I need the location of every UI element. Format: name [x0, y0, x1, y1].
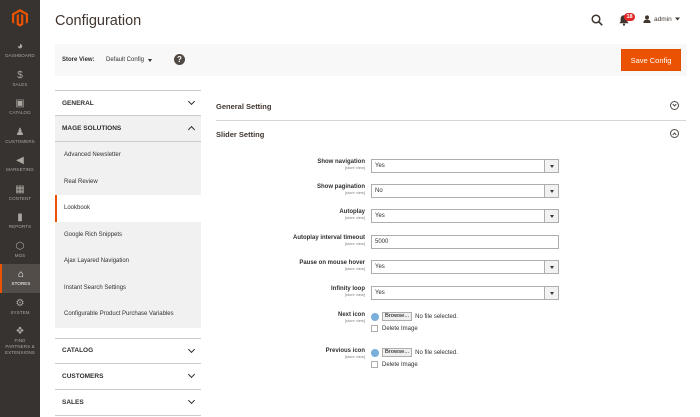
user-menu[interactable]: admin [643, 15, 680, 23]
autoplay-interval-input[interactable]: 5000 [371, 235, 559, 249]
nav-catalog[interactable]: ▣ CATALOG [0, 93, 40, 122]
content-icon: ▦ [15, 183, 25, 195]
puzzle-icon: ❖ [15, 326, 25, 337]
mage-solutions-items: Advanced Newsletter Real Review Lookbook… [55, 142, 201, 328]
hexagon-icon: ⬡ [15, 240, 25, 252]
chevron-down-icon [187, 97, 196, 106]
nav-system[interactable]: ⚙ SYSTEM [0, 293, 40, 322]
sidebar-item-lookbook[interactable]: Lookbook [55, 195, 201, 222]
tab-general[interactable]: GENERAL [55, 90, 201, 116]
chevron-down-icon [187, 396, 196, 405]
user-icon [643, 15, 651, 23]
store-view-bar: Store View: Default Config ? Save Config [55, 44, 687, 76]
nav-sales[interactable]: $ SALES [0, 65, 40, 94]
nav-content[interactable]: ▦ CONTENT [0, 179, 40, 208]
select-arrow-icon [544, 160, 558, 172]
store-view-label: Store View: [62, 57, 95, 63]
infinity-loop-select[interactable]: Yes [371, 286, 559, 300]
next-icon-file-input: Browse... No file selected. [371, 312, 458, 321]
store-view-value: Default Config [106, 57, 145, 63]
chevron-down-icon [187, 345, 196, 353]
delete-image-option: Delete Image [371, 361, 418, 368]
slider-setting-heading[interactable]: Slider Setting [216, 130, 264, 139]
delete-image-label: Delete Image [382, 325, 418, 332]
select-arrow-icon [544, 210, 558, 222]
nav-customers[interactable]: ♟ CUSTOMERS [0, 122, 40, 151]
magento-logo-icon [12, 9, 28, 27]
select-arrow-icon [544, 261, 558, 273]
general-setting-heading[interactable]: General Setting [216, 102, 271, 111]
scope-label: [store view] [344, 241, 365, 246]
save-config-button[interactable]: Save Config [621, 49, 681, 71]
user-name: admin [654, 15, 672, 23]
config-sidebar: GENERAL MAGE SOLUTIONS Advanced Newslett… [55, 90, 201, 417]
nav-marketing[interactable]: ◀ MARKETING [0, 150, 40, 179]
pause-on-hover-select[interactable]: Yes [371, 260, 559, 274]
nav-mgs[interactable]: ⬡ MGS [0, 236, 40, 265]
delete-image-option: Delete Image [371, 325, 418, 332]
divider [216, 120, 686, 121]
search-icon[interactable] [591, 14, 603, 26]
browse-button[interactable]: Browse... [382, 312, 413, 321]
megaphone-icon: ◀ [16, 155, 24, 167]
tab-mage-solutions[interactable]: MAGE SOLUTIONS [55, 116, 201, 142]
magento-logo[interactable] [0, 0, 40, 36]
chevron-down-icon [187, 370, 196, 379]
scope-label: [store view] [344, 292, 365, 297]
browse-button[interactable]: Browse... [382, 348, 413, 357]
scope-label: [store view] [344, 266, 365, 271]
nav-reports[interactable]: ▮ REPORTS [0, 207, 40, 236]
help-icon[interactable]: ? [174, 54, 185, 65]
sidebar-item-configurable-product-purchase-variables[interactable]: Configurable Product Purchase Variables [55, 301, 201, 328]
caret-down-icon [674, 17, 680, 21]
sidebar-item-advanced-newsletter[interactable]: Advanced Newsletter [55, 142, 201, 169]
scope-label: [store view] [344, 354, 365, 359]
previous-icon-file-input: Browse... No file selected. [371, 348, 458, 357]
delete-image-checkbox[interactable] [371, 325, 378, 332]
scope-label: [store view] [344, 165, 365, 170]
admin-nav: ◕ DASHBOARD $ SALES ▣ CATALOG ♟ CUSTOMERS ◀ M… [0, 0, 40, 417]
page-title: Configuration [55, 13, 142, 29]
general-setting-toggle-icon[interactable] [670, 101, 679, 110]
dashboard-icon: ◕ [16, 41, 24, 53]
sidebar-item-google-rich-snippets[interactable]: Google Rich Snippets [55, 222, 201, 249]
select-arrow-icon [544, 287, 558, 299]
caret-down-icon [148, 58, 153, 62]
sidebar-item-instant-search-settings[interactable]: Instant Search Settings [55, 275, 201, 302]
show-navigation-select[interactable]: Yes [371, 159, 559, 173]
info-icon [371, 348, 379, 357]
gear-icon: ⚙ [15, 297, 25, 309]
nav-find-partners[interactable]: ❖ FIND PARTNERS & EXTENSIONS [0, 321, 40, 361]
scope-label: [store view] [344, 318, 365, 323]
tab-sales[interactable]: SALES [55, 389, 201, 416]
autoplay-select[interactable]: Yes [371, 209, 559, 223]
slider-setting-toggle-icon[interactable] [670, 129, 679, 138]
bar-chart-icon: ▮ [17, 212, 23, 224]
scope-label: [store view] [344, 215, 365, 220]
dollar-icon: $ [17, 69, 23, 81]
show-pagination-select[interactable]: No [371, 184, 559, 198]
delete-image-label: Delete Image [382, 361, 418, 368]
sidebar-spacer [55, 327, 201, 338]
info-icon [371, 312, 379, 321]
file-status: No file selected. [415, 349, 458, 356]
file-status: No file selected. [415, 313, 458, 320]
tab-catalog[interactable]: CATALOG [55, 337, 201, 364]
delete-image-checkbox[interactable] [371, 361, 378, 368]
person-icon: ♟ [15, 126, 25, 138]
store-icon: ⌂ [17, 269, 25, 281]
chevron-up-icon [187, 125, 196, 134]
box-icon: ▣ [15, 98, 25, 110]
sidebar-item-ajax-layared-navigation[interactable]: Ajax Layared Navigation [55, 248, 201, 275]
notification-badge[interactable]: 18 [624, 13, 635, 21]
sidebar-item-real-review[interactable]: Real Review [55, 169, 201, 196]
nav-stores[interactable]: ⌂ STORES [0, 264, 40, 293]
nav-dashboard[interactable]: ◕ DASHBOARD [0, 36, 40, 65]
store-view-select[interactable]: Default Config [106, 57, 153, 63]
scope-label: [store view] [344, 190, 365, 195]
tab-customers[interactable]: CUSTOMERS [55, 363, 201, 390]
select-arrow-icon [544, 185, 558, 197]
